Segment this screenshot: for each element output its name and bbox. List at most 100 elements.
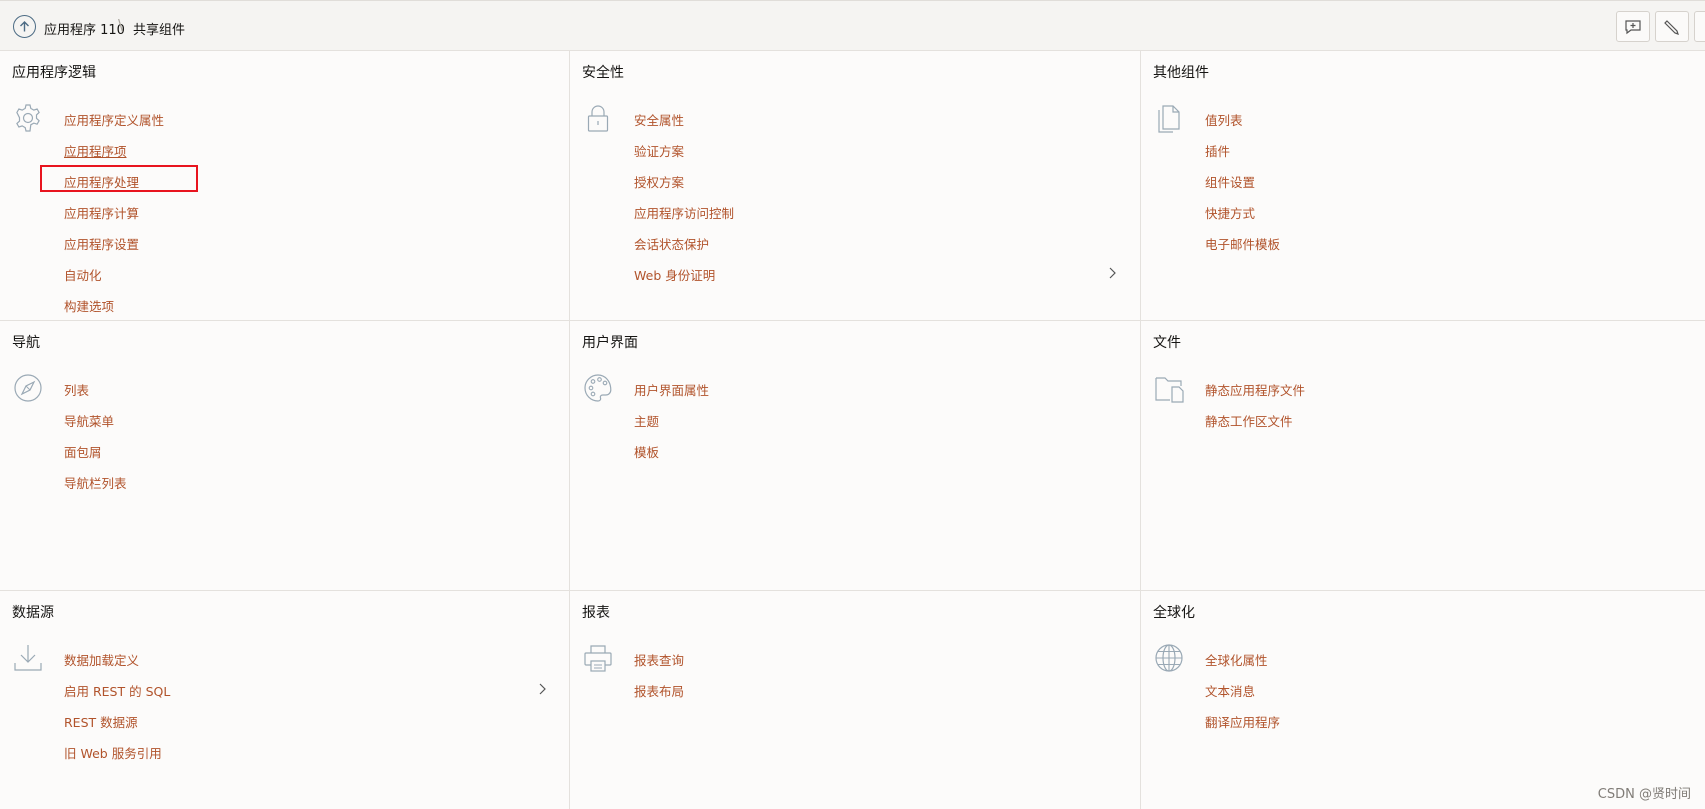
link-access-control[interactable]: 应用程序访问控制 [634, 206, 734, 221]
panel-data-sources: 数据源 数据加载定义 启用 REST 的 SQL REST 数据源 旧 Web … [0, 591, 570, 809]
panel-app-logic: 应用程序逻辑 应用程序定义属性 应用程序项 应用程序处理 应用程序计算 应用程序… [0, 51, 570, 321]
list-item: 应用程序设置 [64, 234, 164, 265]
link-list: 静态应用程序文件 静态工作区文件 [1205, 380, 1305, 442]
list-item: 应用程序项 [64, 141, 164, 172]
documents-icon [1158, 105, 1180, 133]
list-item: REST 数据源 [64, 712, 170, 743]
list-item: 自动化 [64, 265, 164, 296]
panel-security: 安全性 安全属性 验证方案 授权方案 应用程序访问控制 会话状态保护 Web 身… [570, 51, 1141, 321]
link-report-queries[interactable]: 报表查询 [634, 653, 684, 668]
link-rest-enabled-sql[interactable]: 启用 REST 的 SQL [64, 684, 170, 699]
link-navigation-menu[interactable]: 导航菜单 [64, 414, 114, 429]
panel-user-interface: 用户界面 用户界面属性 主题 模板 [570, 321, 1141, 591]
panel-navigation: 导航 列表 导航菜单 面包屑 导航栏列表 [0, 321, 570, 591]
shared-components-grid: 应用程序逻辑 应用程序定义属性 应用程序项 应用程序处理 应用程序计算 应用程序… [0, 51, 1705, 809]
edit-button[interactable] [1655, 11, 1689, 42]
list-item: 静态应用程序文件 [1205, 380, 1305, 411]
panel-other-components: 其他组件 值列表 插件 组件设置 快捷方式 电子邮件模板 [1141, 51, 1705, 321]
panel-title: 用户界面 [582, 335, 638, 351]
list-item: 用户界面属性 [634, 380, 709, 411]
watermark: CSDN @贤时间 [1597, 787, 1691, 802]
link-themes[interactable]: 主题 [634, 414, 659, 429]
list-item: 文本消息 [1205, 681, 1280, 712]
up-arrow-icon[interactable] [13, 15, 36, 38]
link-plugins[interactable]: 插件 [1205, 144, 1230, 159]
list-item: 模板 [634, 442, 709, 473]
list-item: 安全属性 [634, 110, 734, 141]
list-item: 全球化属性 [1205, 650, 1280, 681]
list-item: 列表 [64, 380, 127, 411]
link-authentication-schemes[interactable]: 验证方案 [634, 144, 684, 159]
list-item: 电子邮件模板 [1205, 234, 1280, 265]
link-app-computations[interactable]: 应用程序计算 [64, 206, 139, 221]
link-list: 数据加载定义 启用 REST 的 SQL REST 数据源 旧 Web 服务引用 [64, 650, 170, 774]
link-shortcuts[interactable]: 快捷方式 [1205, 206, 1255, 221]
more-button[interactable] [1694, 11, 1705, 42]
link-ui-attributes[interactable]: 用户界面属性 [634, 383, 709, 398]
list-item: 报表查询 [634, 650, 684, 681]
panel-title: 导航 [12, 335, 40, 351]
panel-title: 报表 [582, 605, 610, 621]
link-app-settings[interactable]: 应用程序设置 [64, 237, 139, 252]
link-automations[interactable]: 自动化 [64, 268, 102, 283]
pencil-icon [1664, 19, 1679, 35]
folder-file-icon [1155, 377, 1184, 403]
link-text-messages[interactable]: 文本消息 [1205, 684, 1255, 699]
chat-plus-icon [1625, 20, 1641, 35]
link-list: 用户界面属性 主题 模板 [634, 380, 709, 473]
link-rest-data-sources[interactable]: REST 数据源 [64, 715, 138, 730]
link-session-state-protection[interactable]: 会话状态保护 [634, 237, 709, 252]
link-legacy-web-service[interactable]: 旧 Web 服务引用 [64, 746, 162, 761]
link-security-attributes[interactable]: 安全属性 [634, 113, 684, 128]
panel-files: 文件 静态应用程序文件 静态工作区文件 [1141, 321, 1705, 591]
panel-title: 安全性 [582, 65, 624, 81]
link-component-settings[interactable]: 组件设置 [1205, 175, 1255, 190]
list-item: 应用程序计算 [64, 203, 164, 234]
link-app-processes[interactable]: 应用程序处理 [64, 175, 139, 190]
panel-title: 全球化 [1153, 605, 1195, 621]
link-static-app-files[interactable]: 静态应用程序文件 [1205, 383, 1305, 398]
link-app-definition[interactable]: 应用程序定义属性 [64, 113, 164, 128]
list-item: 导航栏列表 [64, 473, 127, 504]
link-navigation-bar-list[interactable]: 导航栏列表 [64, 476, 127, 491]
link-breadcrumbs[interactable]: 面包屑 [64, 445, 102, 460]
printer-icon [584, 645, 612, 672]
panel-reports: 报表 报表查询 报表布局 [570, 591, 1141, 809]
breadcrumb-app[interactable]: 应用程序 110 [44, 19, 125, 38]
link-globalization-attributes[interactable]: 全球化属性 [1205, 653, 1268, 668]
lock-icon [587, 105, 609, 132]
link-translate-application[interactable]: 翻译应用程序 [1205, 715, 1280, 730]
link-list: 全球化属性 文本消息 翻译应用程序 [1205, 650, 1280, 743]
list-item: 应用程序处理 [40, 165, 198, 203]
link-authorization-schemes[interactable]: 授权方案 [634, 175, 684, 190]
link-lists-of-values[interactable]: 值列表 [1205, 113, 1243, 128]
list-item: 数据加载定义 [64, 650, 170, 681]
list-item: 翻译应用程序 [1205, 712, 1280, 743]
panel-title: 数据源 [12, 605, 54, 621]
link-data-load-definitions[interactable]: 数据加载定义 [64, 653, 139, 668]
breadcrumb-current: 共享组件 [133, 23, 186, 38]
download-icon [14, 645, 42, 671]
list-item: 旧 Web 服务引用 [64, 743, 170, 774]
link-lists[interactable]: 列表 [64, 383, 89, 398]
link-list: 报表查询 报表布局 [634, 650, 684, 712]
list-item: 静态工作区文件 [1205, 411, 1305, 442]
link-web-credentials[interactable]: Web 身份证明 [634, 268, 715, 283]
list-item: Web 身份证明 [634, 265, 734, 296]
list-item: 面包屑 [64, 442, 127, 473]
link-build-options[interactable]: 构建选项 [64, 299, 114, 314]
list-item: 报表布局 [634, 681, 684, 712]
link-report-layouts[interactable]: 报表布局 [634, 684, 684, 699]
link-templates[interactable]: 模板 [634, 445, 659, 460]
breadcrumb-separator: \ [118, 16, 124, 34]
link-app-items[interactable]: 应用程序项 [64, 144, 127, 159]
add-comment-button[interactable] [1616, 11, 1650, 42]
chevron-right-icon[interactable] [1107, 267, 1117, 279]
link-static-workspace-files[interactable]: 静态工作区文件 [1205, 414, 1293, 429]
globe-icon [1155, 644, 1183, 672]
link-email-templates[interactable]: 电子邮件模板 [1205, 237, 1280, 252]
chevron-right-icon[interactable] [537, 683, 547, 695]
panel-title: 应用程序逻辑 [12, 65, 96, 81]
panel-title: 其他组件 [1153, 65, 1209, 81]
list-item: 验证方案 [634, 141, 734, 172]
